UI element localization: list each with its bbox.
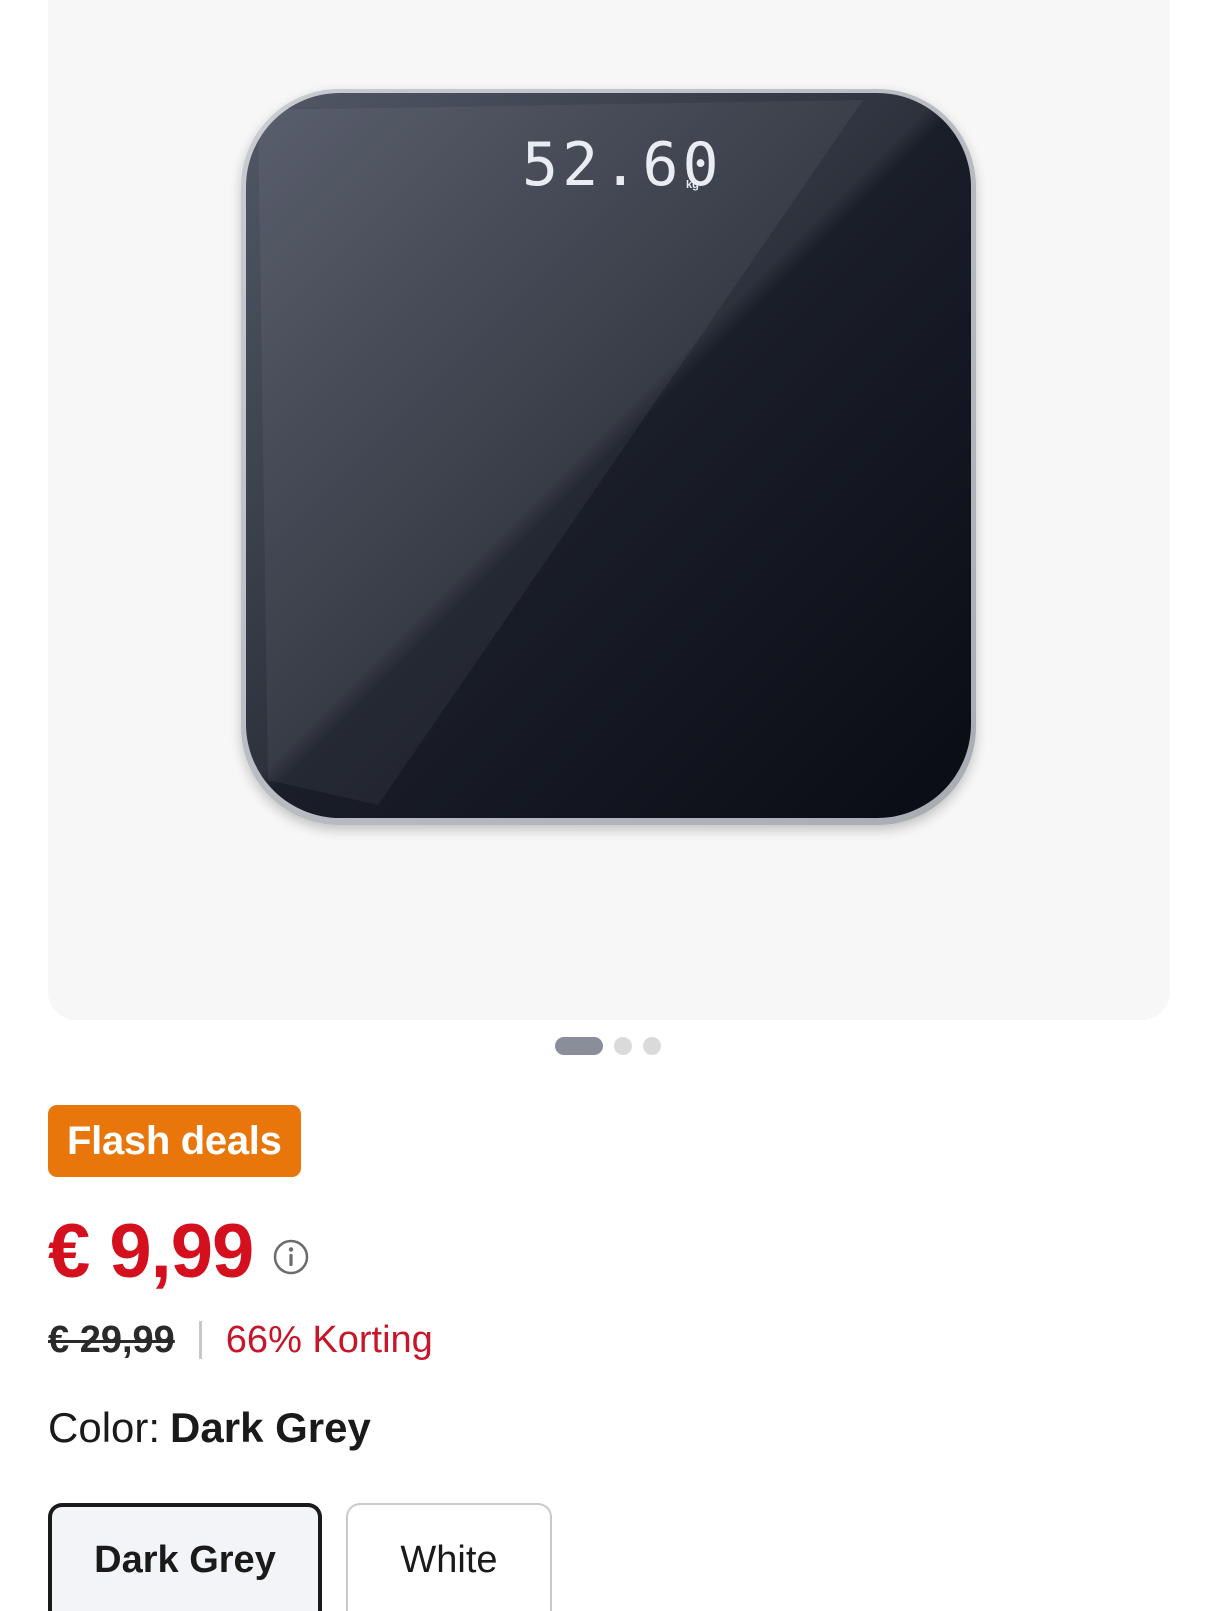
color-option-dark-grey[interactable]: Dark Grey xyxy=(48,1503,322,1611)
color-option-white[interactable]: White xyxy=(346,1503,552,1611)
original-price-row: € 29,99 66% Korting xyxy=(48,1312,433,1368)
carousel-pagination xyxy=(555,1037,661,1055)
color-option-label: White xyxy=(400,1539,498,1581)
color-label: Color: xyxy=(48,1404,161,1451)
original-price: € 29,99 xyxy=(48,1318,175,1361)
carousel-dot[interactable] xyxy=(643,1037,661,1055)
color-selector-heading: Color: Dark Grey xyxy=(48,1400,371,1456)
discount-label: 66% Korting xyxy=(225,1318,433,1361)
carousel-dot-active[interactable] xyxy=(555,1037,603,1055)
price-divider xyxy=(198,1321,202,1359)
price-row: € 9,99 xyxy=(48,1207,309,1297)
product-image-card[interactable]: 52.60 kg xyxy=(48,0,1170,1020)
selected-color-value: Dark Grey xyxy=(170,1404,371,1451)
scale-display-unit: kg xyxy=(686,179,699,191)
current-price: € 9,99 xyxy=(48,1209,254,1294)
color-option-label: Dark Grey xyxy=(94,1539,276,1581)
info-icon[interactable] xyxy=(273,1239,309,1275)
flash-deals-badge: Flash deals xyxy=(48,1105,301,1177)
carousel-dot[interactable] xyxy=(614,1037,632,1055)
